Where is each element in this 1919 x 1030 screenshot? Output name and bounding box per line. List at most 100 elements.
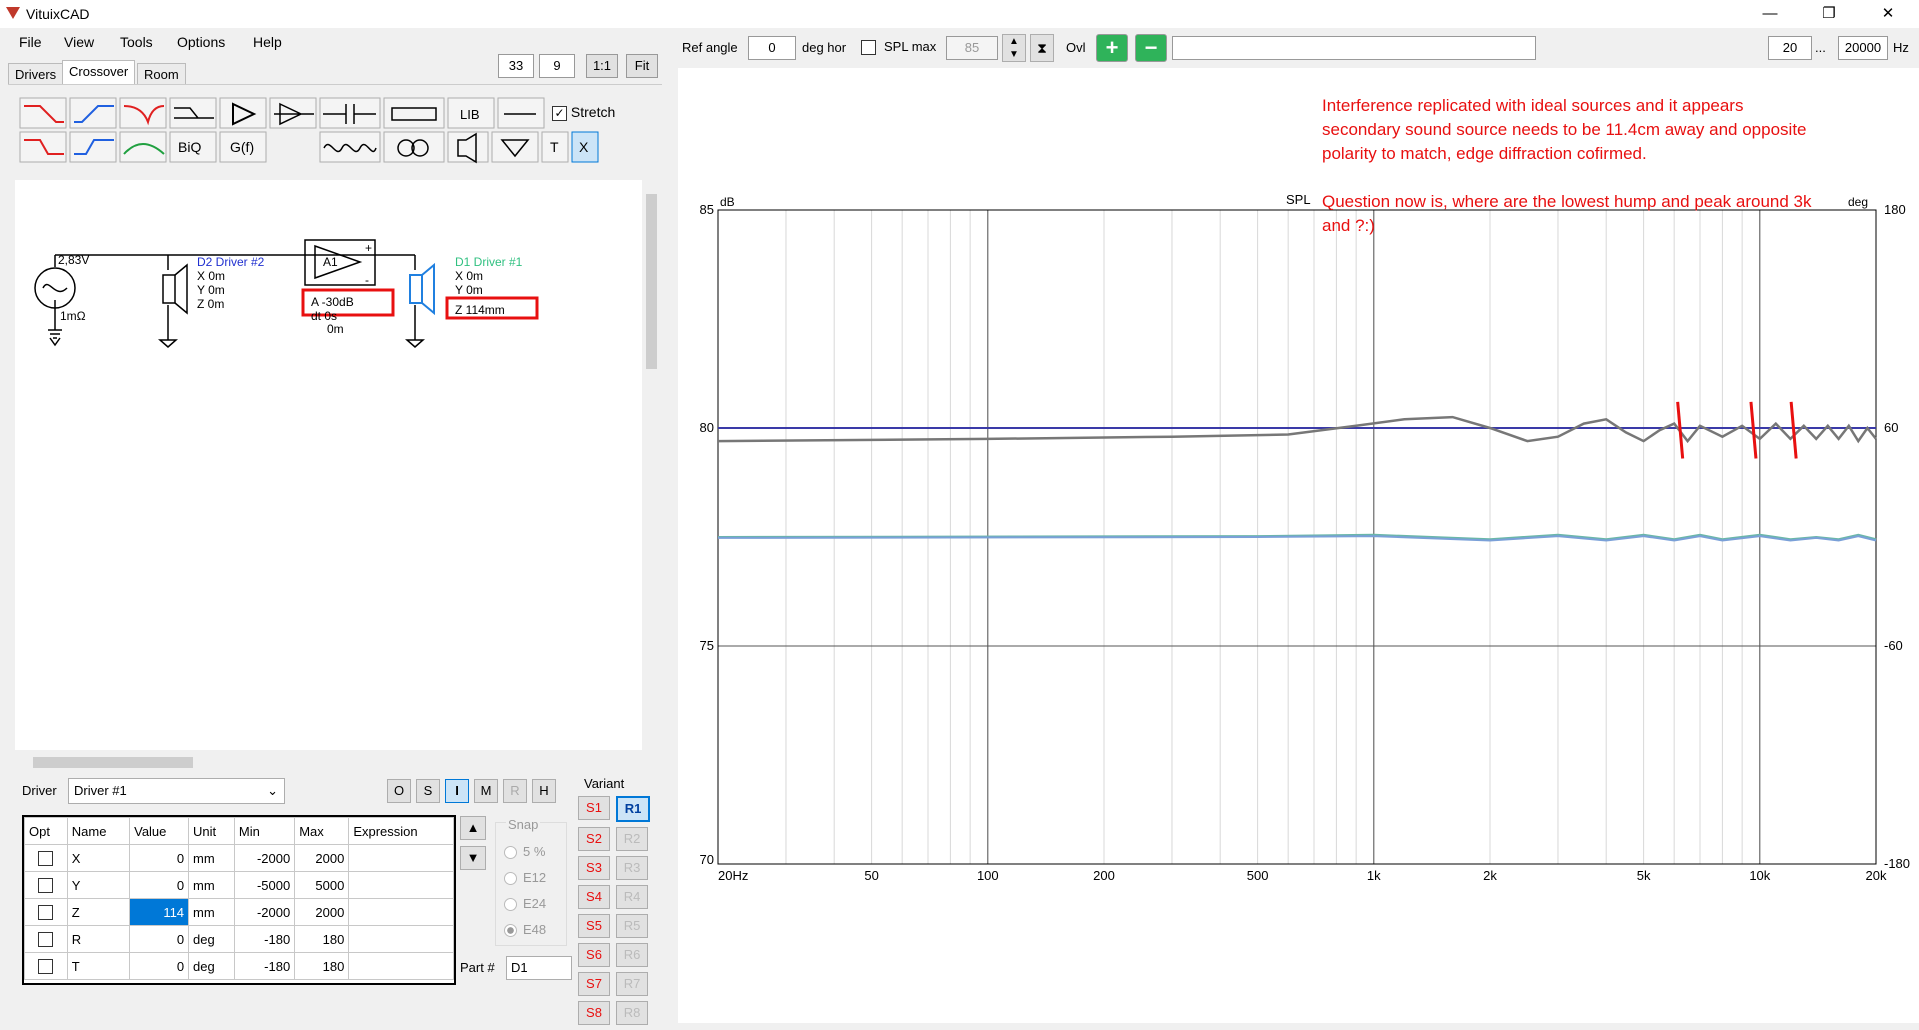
cell-value[interactable]: 0 bbox=[129, 844, 190, 872]
cell-min[interactable]: -180 bbox=[233, 952, 296, 980]
table-row[interactable]: Z 114 mm -2000 2000 bbox=[24, 898, 454, 926]
cell-unit[interactable]: mm bbox=[188, 844, 235, 872]
tab-drivers[interactable]: Drivers bbox=[8, 63, 64, 85]
variant-s3-button[interactable]: S3 bbox=[578, 856, 610, 880]
variant-r6-button[interactable]: R6 bbox=[616, 943, 648, 967]
remove-overlay-button[interactable]: − bbox=[1135, 34, 1167, 62]
view-button-i[interactable]: I bbox=[445, 779, 469, 803]
part-input[interactable]: D1 bbox=[506, 956, 572, 980]
variant-s2-button[interactable]: S2 bbox=[578, 827, 610, 851]
cell-unit[interactable]: mm bbox=[188, 871, 235, 899]
cell-value[interactable]: 0 bbox=[129, 871, 190, 899]
spl-max-input[interactable]: 85 bbox=[946, 36, 998, 60]
cell-min[interactable]: -180 bbox=[233, 925, 296, 953]
cell-expression[interactable] bbox=[348, 844, 454, 872]
table-row[interactable]: Y 0 mm -5000 5000 bbox=[24, 871, 454, 899]
cell-opt[interactable] bbox=[24, 898, 68, 926]
tab-crossover[interactable]: Crossover bbox=[62, 60, 136, 85]
schematic-hscrollbar[interactable] bbox=[15, 754, 642, 771]
variant-r7-button[interactable]: R7 bbox=[616, 972, 648, 996]
cell-max[interactable]: 2000 bbox=[294, 844, 350, 872]
restore-button[interactable]: ❐ bbox=[1806, 0, 1852, 28]
cell-min[interactable]: -2000 bbox=[233, 898, 296, 926]
cell-min[interactable]: -5000 bbox=[233, 871, 296, 899]
cell-max[interactable]: 180 bbox=[294, 952, 350, 980]
cell-name[interactable]: X bbox=[66, 844, 131, 872]
cell-name[interactable]: Z bbox=[66, 898, 131, 926]
variant-s7-button[interactable]: S7 bbox=[578, 972, 610, 996]
variant-s6-button[interactable]: S6 bbox=[578, 943, 610, 967]
variant-r1-button[interactable]: R1 bbox=[616, 796, 650, 822]
cell-value[interactable]: 0 bbox=[129, 952, 190, 980]
cell-opt[interactable] bbox=[24, 952, 68, 980]
cell-max[interactable]: 5000 bbox=[294, 871, 350, 899]
variant-r3-button[interactable]: R3 bbox=[616, 856, 648, 880]
move-down-button[interactable]: ▼ bbox=[460, 846, 486, 870]
cell-expression[interactable] bbox=[348, 952, 454, 980]
cell-min[interactable]: -2000 bbox=[233, 844, 296, 872]
ref-angle-input[interactable]: 0 bbox=[748, 36, 796, 60]
cell-unit[interactable]: deg bbox=[188, 952, 235, 980]
view-button-m[interactable]: M bbox=[474, 779, 498, 803]
opt-checkbox[interactable] bbox=[38, 878, 54, 894]
stretch-checkbox[interactable]: ✓ Stretch bbox=[552, 104, 615, 121]
cell-expression[interactable] bbox=[348, 871, 454, 899]
menu-file[interactable]: File bbox=[19, 34, 42, 50]
spl-fit-button[interactable]: ⧗ bbox=[1030, 34, 1054, 62]
variant-r2-button[interactable]: R2 bbox=[616, 827, 648, 851]
cell-name[interactable]: Y bbox=[66, 871, 131, 899]
variant-s4-button[interactable]: S4 bbox=[578, 885, 610, 909]
view-button-s[interactable]: S bbox=[416, 779, 440, 803]
cell-name[interactable]: R bbox=[66, 925, 131, 953]
cell-value[interactable]: 0 bbox=[129, 925, 190, 953]
menu-view[interactable]: View bbox=[64, 34, 94, 50]
cell-opt[interactable] bbox=[24, 925, 68, 953]
cell-unit[interactable]: deg bbox=[188, 925, 235, 953]
overlay-name-input[interactable] bbox=[1172, 36, 1536, 60]
freq-max-input[interactable]: 20000 bbox=[1838, 36, 1888, 60]
opt-checkbox[interactable] bbox=[38, 932, 54, 948]
schematic-vscrollbar[interactable] bbox=[643, 178, 660, 750]
table-row[interactable]: R 0 deg -180 180 bbox=[24, 925, 454, 953]
variant-r5-button[interactable]: R5 bbox=[616, 914, 648, 938]
cell-expression[interactable] bbox=[348, 898, 454, 926]
cell-max[interactable]: 2000 bbox=[294, 898, 350, 926]
snap-option[interactable]: E24 bbox=[504, 891, 546, 917]
cell-opt[interactable] bbox=[24, 871, 68, 899]
menu-options[interactable]: Options bbox=[177, 34, 225, 50]
spl-stepper-button[interactable]: ▲ ▼ bbox=[1002, 34, 1026, 62]
minimize-button[interactable]: — bbox=[1747, 0, 1793, 28]
zoom-x-field[interactable]: 33 bbox=[498, 54, 534, 78]
zoom-y-field[interactable]: 9 bbox=[539, 54, 575, 78]
view-button-h[interactable]: H bbox=[532, 779, 556, 803]
cell-max[interactable]: 180 bbox=[294, 925, 350, 953]
variant-s8-button[interactable]: S8 bbox=[578, 1001, 610, 1025]
cell-name[interactable]: T bbox=[66, 952, 131, 980]
cell-value[interactable]: 114 bbox=[129, 898, 190, 926]
move-up-button[interactable]: ▲ bbox=[460, 816, 486, 840]
variant-r8-button[interactable]: R8 bbox=[616, 1001, 648, 1025]
opt-checkbox[interactable] bbox=[38, 905, 54, 921]
snap-option[interactable]: E12 bbox=[504, 865, 546, 891]
vscroll-thumb[interactable] bbox=[646, 194, 657, 369]
opt-checkbox[interactable] bbox=[38, 959, 54, 975]
tab-room[interactable]: Room bbox=[137, 63, 186, 85]
menu-tools[interactable]: Tools bbox=[120, 34, 153, 50]
snap-option[interactable]: 5 % bbox=[504, 839, 546, 865]
driver-select[interactable]: Driver #1 ⌄ bbox=[68, 778, 285, 804]
zoom-1to1-button[interactable]: 1:1 bbox=[586, 54, 618, 78]
add-overlay-button[interactable]: + bbox=[1096, 34, 1128, 62]
menu-help[interactable]: Help bbox=[253, 34, 282, 50]
close-button[interactable]: ✕ bbox=[1865, 0, 1911, 28]
view-button-r[interactable]: R bbox=[503, 779, 527, 803]
cell-expression[interactable] bbox=[348, 925, 454, 953]
cell-unit[interactable]: mm bbox=[188, 898, 235, 926]
table-row[interactable]: T 0 deg -180 180 bbox=[24, 952, 454, 980]
spl-max-checkbox[interactable] bbox=[861, 40, 876, 55]
hscroll-thumb[interactable] bbox=[33, 757, 193, 768]
variant-r4-button[interactable]: R4 bbox=[616, 885, 648, 909]
zoom-fit-button[interactable]: Fit bbox=[626, 54, 658, 78]
variant-s5-button[interactable]: S5 bbox=[578, 914, 610, 938]
table-row[interactable]: X 0 mm -2000 2000 bbox=[24, 844, 454, 872]
spl-chart[interactable]: 20Hz 50 100 200 500 1k 2k 5k 10k 20k70758085-180-… bbox=[678, 180, 1919, 900]
